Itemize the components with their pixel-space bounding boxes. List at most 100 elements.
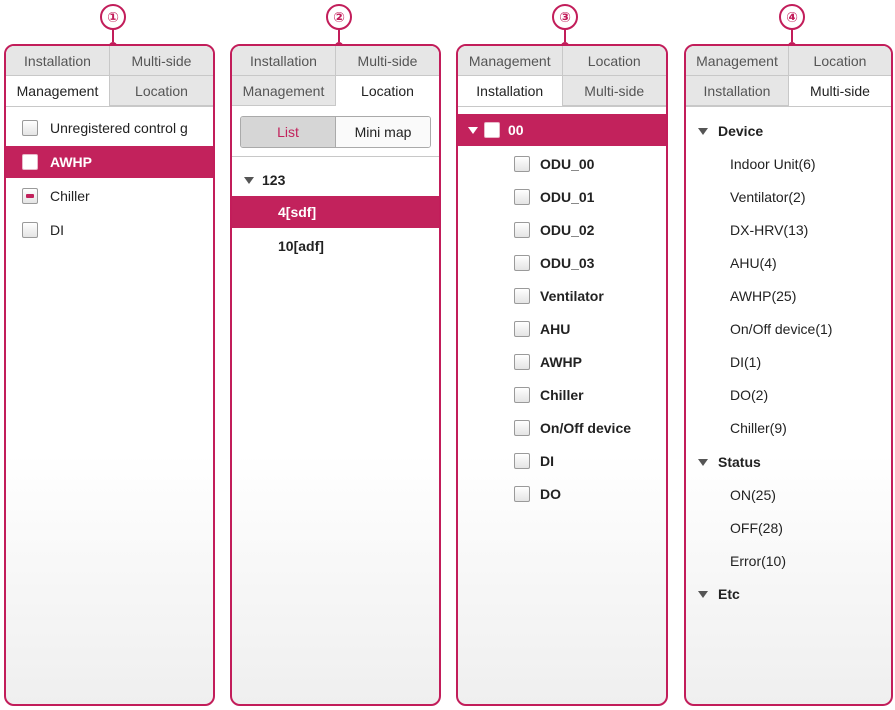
tree-item[interactable]: 10[adf] [232,230,439,262]
tree-item[interactable]: DX-HRV(13) [686,214,891,246]
tree-item-label: ODU_03 [540,255,595,271]
tree-item-label: On/Off device [540,420,632,436]
checkbox[interactable] [514,156,530,172]
checkbox[interactable] [514,288,530,304]
list-item[interactable]: DI [6,214,213,246]
tree-item[interactable]: On/Off device [458,412,666,444]
tab-installation[interactable]: Installation [458,76,563,106]
list-item-selected[interactable]: AWHP [6,146,213,178]
tree-root-selected[interactable]: 00 [458,114,666,146]
tree-item[interactable]: DI [458,445,666,477]
tree-group-label: 123 [262,172,286,188]
tree-item[interactable]: Indoor Unit(6) [686,148,891,180]
tab-location[interactable]: Location [110,76,213,106]
tree-item[interactable]: On/Off device(1) [686,313,891,345]
callout-1: ① [100,4,126,30]
tree-group-label: Status [718,454,761,470]
callout-4: ④ [779,4,805,30]
tree-item-label: DI(1) [730,354,762,370]
tree-item-selected[interactable]: 4[sdf] [232,196,439,228]
tree-item[interactable]: ODU_01 [458,181,666,213]
expand-arrow-icon[interactable] [244,176,254,184]
callout-2: ② [326,4,352,30]
checkbox[interactable] [484,122,500,138]
tree-item-label: ON(25) [730,487,776,503]
tree-item-label: ODU_00 [540,156,595,172]
tab-row-bottom: Installation Multi-side [458,76,666,106]
tree-item[interactable]: ODU_03 [458,247,666,279]
checkbox[interactable] [22,120,38,136]
tab-installation[interactable]: Installation [232,46,336,76]
checkbox-partial[interactable] [22,188,38,204]
tab-management[interactable]: Management [686,46,789,76]
tab-multi-side[interactable]: Multi-side [562,76,666,106]
tree-item[interactable]: ODU_02 [458,214,666,246]
checkbox[interactable] [514,420,530,436]
tree-item[interactable]: DO [458,478,666,510]
tree-item[interactable]: ODU_00 [458,148,666,180]
tab-row-bottom: Installation Multi-side [686,76,891,106]
tree-item[interactable]: Ventilator [458,280,666,312]
tree-item[interactable]: AHU(4) [686,247,891,279]
tree-item-label: On/Off device(1) [730,321,833,337]
tree-item[interactable]: AHU [458,313,666,345]
tab-row-top: Management Location [686,46,891,76]
tree-item[interactable]: DO(2) [686,379,891,411]
tree-item-label: DI [540,453,554,469]
tab-installation[interactable]: Installation [6,46,110,76]
tree-group[interactable]: Etc [686,578,891,610]
tree-group-label: Etc [718,586,740,602]
tab-installation[interactable]: Installation [686,76,789,106]
tree-item[interactable]: Chiller(9) [686,412,891,444]
mini-map-button[interactable]: Mini map [336,117,430,147]
expand-arrow-icon[interactable] [698,127,708,135]
divider [458,106,666,107]
tab-location[interactable]: Location [562,46,666,76]
checkbox[interactable] [22,154,38,170]
list-item[interactable]: Chiller [6,180,213,212]
tree-group[interactable]: Device [686,115,891,147]
checkbox[interactable] [514,321,530,337]
checkbox[interactable] [514,486,530,502]
tree-item[interactable]: Error(10) [686,545,891,577]
tree-item[interactable]: DI(1) [686,346,891,378]
tree-item-label: DO(2) [730,387,769,403]
tree-item[interactable]: OFF(28) [686,512,891,544]
tree-item-label: AWHP [540,354,582,370]
tree-item[interactable]: Ventilator(2) [686,181,891,213]
tree-item[interactable]: AWHP [458,346,666,378]
tree-item[interactable]: ON(25) [686,479,891,511]
tree-item[interactable]: AWHP(25) [686,280,891,312]
expand-arrow-icon[interactable] [698,458,708,466]
checkbox[interactable] [514,189,530,205]
tree-group[interactable]: 123 [232,164,439,196]
tab-management[interactable]: Management [232,76,336,106]
list-view-button[interactable]: List [241,117,336,147]
divider [6,106,213,107]
list-item[interactable]: Unregistered control g [6,112,213,144]
tab-management[interactable]: Management [458,46,563,76]
checkbox[interactable] [22,222,38,238]
expand-arrow-icon[interactable] [468,126,478,134]
tab-multi-side[interactable]: Multi-side [336,46,439,76]
tab-location[interactable]: Location [336,76,439,106]
checkbox[interactable] [514,354,530,370]
tree-item[interactable]: Chiller [458,379,666,411]
expand-arrow-icon[interactable] [698,590,708,598]
checkbox[interactable] [514,222,530,238]
list-item-label: DI [50,222,64,238]
tab-management[interactable]: Management [6,76,110,106]
tree-item-label: AHU [540,321,571,337]
checkbox[interactable] [514,387,530,403]
checkbox[interactable] [514,453,530,469]
tree-item-label: Ventilator [540,288,604,304]
tab-location[interactable]: Location [789,46,891,76]
tab-row-bottom: Management Location [232,76,439,106]
tree-group[interactable]: Status [686,446,891,478]
tab-multi-side[interactable]: Multi-side [110,46,213,76]
list-item-label: Unregistered control g [50,120,188,136]
tree-item-label: 4[sdf] [278,204,317,220]
tree-item-label: OFF(28) [730,520,783,536]
checkbox[interactable] [514,255,530,271]
tab-multi-side[interactable]: Multi-side [789,76,891,106]
